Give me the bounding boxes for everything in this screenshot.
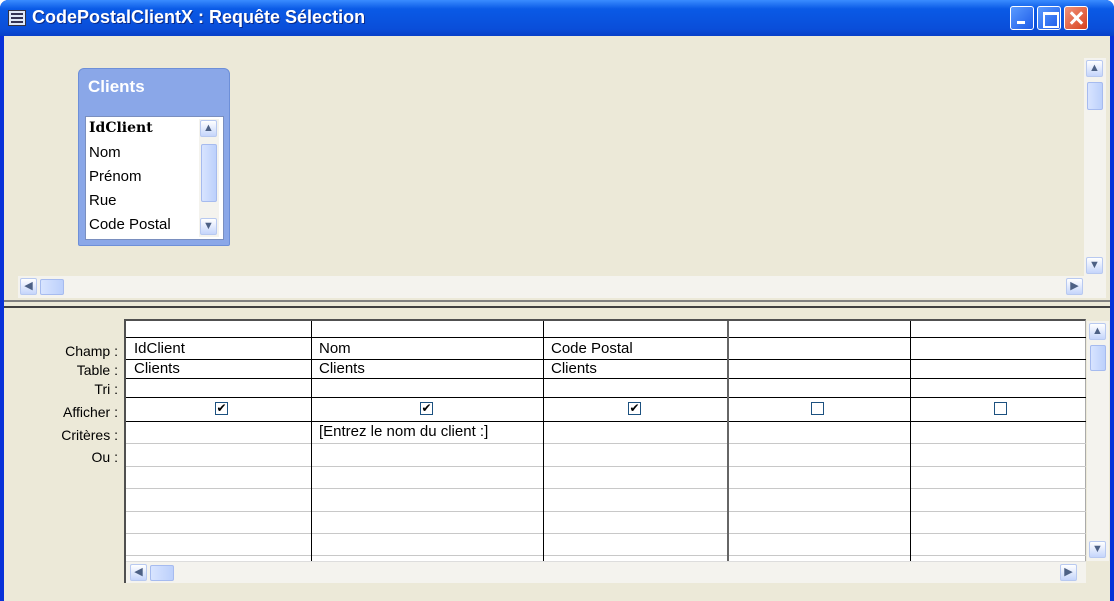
afficher-checkbox[interactable] (811, 402, 824, 415)
afficher-checkbox[interactable]: ✔ (628, 402, 641, 415)
grid-cell-criteres[interactable]: [Entrez le nom du client :] (316, 423, 488, 440)
field-list-scrollbar[interactable]: ▲ ▼ (199, 119, 219, 237)
query-window: CodePostalClientX : Requête Sélection Cl… (0, 0, 1114, 601)
grid-cell-champ[interactable]: Code Postal (548, 340, 633, 357)
row-label-tri: Tri : (94, 381, 118, 397)
scroll-left-button[interactable]: ◀ (130, 564, 147, 581)
scroll-thumb[interactable] (1087, 82, 1103, 110)
field-item[interactable]: Nom (89, 144, 121, 161)
row-divider (126, 397, 1086, 398)
afficher-checkbox[interactable] (994, 402, 1007, 415)
scroll-up-button[interactable]: ▲ (1086, 60, 1103, 77)
scroll-thumb[interactable] (201, 144, 217, 202)
row-label-champ: Champ : (65, 343, 118, 359)
grid-cell-table[interactable]: Clients (316, 360, 365, 377)
column-divider (311, 321, 312, 579)
scroll-left-button[interactable]: ◀ (20, 278, 37, 295)
field-list-box: IdClient Nom Prénom Rue Code Postal ▲ ▼ (85, 116, 224, 240)
row-divider (126, 359, 1086, 360)
grid-cell-table[interactable]: Clients (131, 360, 180, 377)
grid-cell-champ[interactable]: IdClient (131, 340, 185, 357)
minimize-button[interactable] (1010, 6, 1034, 30)
column-divider (910, 321, 911, 579)
table-pane-vscroll[interactable]: ▲ ▼ (1084, 58, 1106, 278)
field-list-title: Clients (88, 77, 145, 96)
scroll-right-button[interactable]: ▶ (1066, 278, 1083, 295)
field-item[interactable]: Prénom (89, 168, 142, 185)
scroll-thumb[interactable] (1090, 345, 1106, 371)
column-divider (543, 321, 544, 579)
row-divider (126, 378, 1086, 379)
table-pane-hscroll[interactable]: ◀ ▶ (18, 276, 1106, 298)
title-bar[interactable]: CodePostalClientX : Requête Sélection (0, 0, 1114, 36)
row-label-afficher: Afficher : (63, 404, 118, 420)
column-selector-line (126, 337, 1086, 338)
field-item[interactable]: Rue (89, 192, 117, 209)
row-divider (126, 511, 1086, 512)
table-pane: Clients IdClient Nom Prénom Rue Code Pos… (4, 36, 1110, 300)
row-divider (126, 555, 1086, 556)
window-title: CodePostalClientX : Requête Sélection (32, 7, 366, 27)
scroll-down-button[interactable]: ▼ (200, 218, 217, 235)
query-design-grid: IdClient Nom Code Postal Clients Clients… (124, 319, 1086, 583)
field-list-clients[interactable]: Clients IdClient Nom Prénom Rue Code Pos… (78, 68, 230, 246)
column-divider (727, 321, 729, 579)
row-label-criteres: Critères : (61, 427, 118, 443)
window-body: Clients IdClient Nom Prénom Rue Code Pos… (4, 36, 1110, 601)
design-grid-hscroll[interactable]: ◀ ▶ (126, 561, 1086, 583)
scroll-thumb[interactable] (150, 565, 174, 581)
scroll-up-button[interactable]: ▲ (1089, 323, 1106, 340)
grid-cell-table[interactable]: Clients (548, 360, 597, 377)
scroll-down-button[interactable]: ▼ (1089, 541, 1106, 558)
row-divider (126, 443, 1086, 444)
field-item[interactable]: Code Postal (89, 216, 171, 233)
row-divider (126, 488, 1086, 489)
design-grid-vscroll[interactable]: ▲ ▼ (1087, 321, 1109, 561)
row-divider (126, 466, 1086, 467)
close-button[interactable] (1064, 6, 1088, 30)
maximize-button[interactable] (1037, 6, 1061, 30)
row-label-table: Table : (76, 362, 118, 378)
scroll-thumb[interactable] (40, 279, 64, 295)
afficher-checkbox[interactable]: ✔ (420, 402, 433, 415)
query-icon (8, 10, 26, 26)
design-grid-pane: Champ : Table : Tri : Afficher : Critère… (4, 308, 1110, 601)
row-label-ou: Ou : (91, 449, 118, 465)
afficher-checkbox[interactable]: ✔ (215, 402, 228, 415)
field-item[interactable]: IdClient (89, 120, 153, 136)
row-divider (126, 533, 1086, 534)
scroll-right-button[interactable]: ▶ (1060, 564, 1077, 581)
scroll-down-button[interactable]: ▼ (1086, 257, 1103, 274)
scroll-up-button[interactable]: ▲ (200, 120, 217, 137)
pane-splitter[interactable] (4, 300, 1110, 308)
grid-cell-champ[interactable]: Nom (316, 340, 351, 357)
row-divider (126, 421, 1086, 422)
